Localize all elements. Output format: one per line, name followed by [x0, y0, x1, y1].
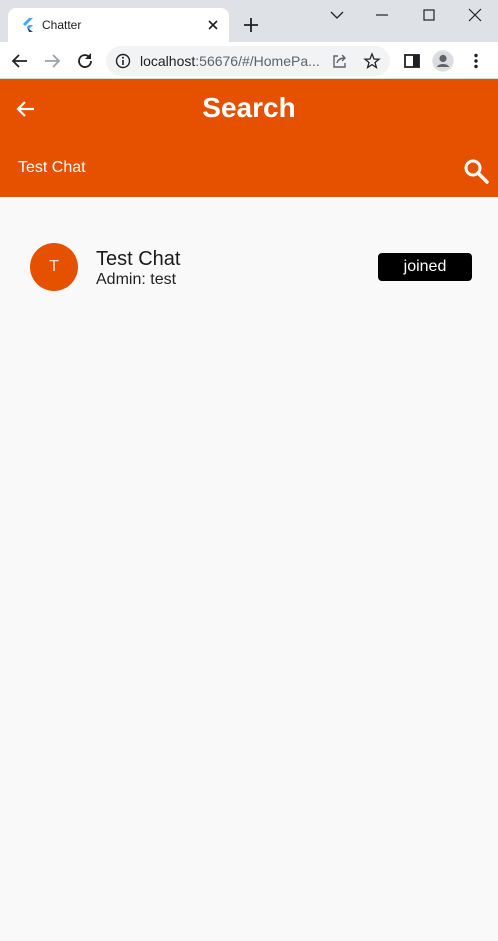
address-bar[interactable]: localhost:56676/#/HomePa...: [106, 46, 390, 76]
browser-tab[interactable]: Chatter: [8, 8, 229, 42]
maximize-icon[interactable]: [420, 6, 438, 24]
close-icon[interactable]: [205, 17, 221, 33]
url-rest: :56676/#/HomePa...: [195, 53, 320, 69]
search-icon[interactable]: [463, 158, 489, 184]
share-icon[interactable]: [331, 53, 347, 69]
new-tab-icon[interactable]: [242, 16, 260, 34]
url-text[interactable]: localhost:56676/#/HomePa...: [140, 53, 320, 69]
side-panel-icon[interactable]: [402, 51, 422, 71]
star-icon[interactable]: [363, 52, 381, 70]
browser-toolbar: localhost:56676/#/HomePa...: [0, 42, 498, 79]
forward-icon[interactable]: [42, 51, 62, 71]
reload-icon[interactable]: [75, 51, 95, 71]
profile-button[interactable]: [432, 50, 454, 72]
search-input[interactable]: [18, 157, 438, 179]
browser-tabstrip: Chatter: [0, 0, 498, 42]
flutter-icon: [23, 18, 33, 32]
info-icon[interactable]: [115, 53, 131, 69]
chevron-down-icon[interactable]: [328, 6, 346, 24]
url-host: localhost: [140, 53, 196, 69]
profile-icon: [433, 51, 453, 71]
menu-icon[interactable]: [466, 51, 486, 71]
close-window-icon[interactable]: [466, 6, 484, 24]
back-icon[interactable]: [10, 51, 30, 71]
joined-button[interactable]: joined: [378, 253, 472, 281]
tab-title: Chatter: [42, 18, 82, 32]
chat-admin: Admin: test: [96, 271, 177, 288]
minimize-icon[interactable]: [373, 6, 391, 24]
avatar: T: [30, 243, 78, 291]
list-item[interactable]: T Test Chat Admin: test joined: [0, 227, 498, 307]
chat-name: Test Chat: [96, 248, 181, 270]
app-bar: Search: [0, 79, 498, 197]
page-title: Search: [202, 92, 296, 123]
